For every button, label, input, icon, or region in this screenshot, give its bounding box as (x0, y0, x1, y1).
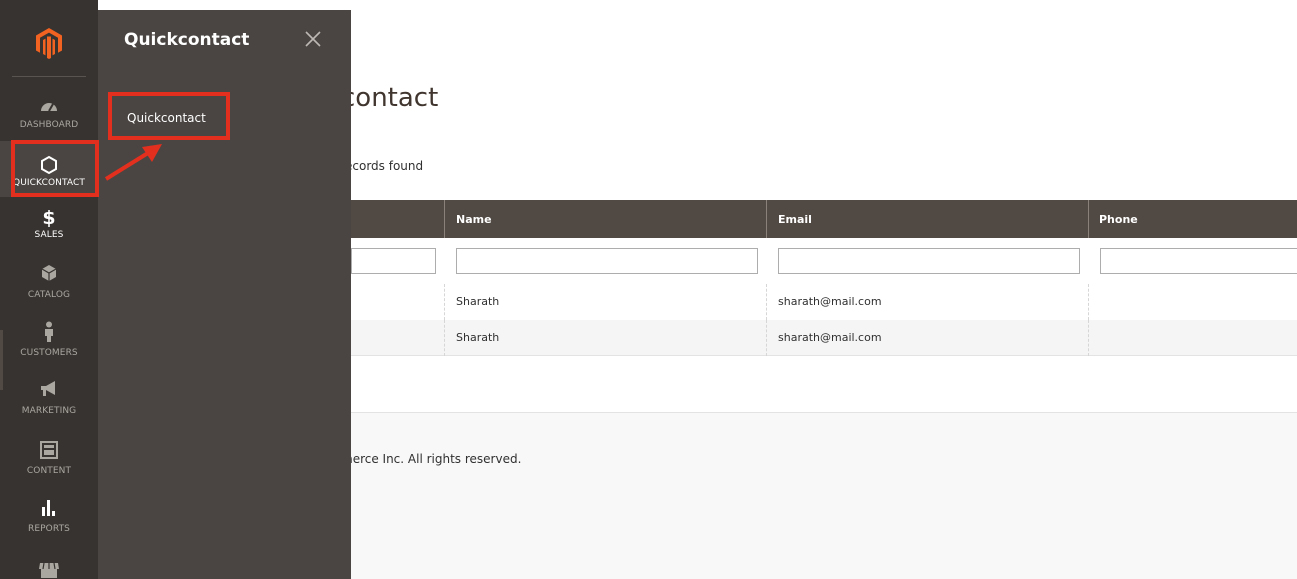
magento-logo-icon[interactable] (34, 27, 64, 59)
sidebar-item-label: REPORTS (28, 524, 70, 534)
cell-name: Sharath (456, 295, 500, 308)
sidebar-item-customers[interactable]: CUSTOMERS (0, 316, 98, 372)
highlight-box (11, 140, 99, 197)
filter-name-input[interactable] (456, 248, 758, 274)
column-header-name[interactable]: Name (456, 213, 492, 226)
submenu-flyout: Quickcontact Quickcontact (98, 10, 351, 579)
cell-separator (766, 284, 767, 320)
dashboard-icon (0, 97, 98, 119)
box-icon (0, 264, 98, 286)
cell-name: Sharath (456, 331, 500, 344)
cell-email: sharath@mail.com (778, 331, 882, 344)
filter-phone-input[interactable] (1100, 248, 1297, 274)
cell-separator (1088, 320, 1089, 356)
column-header-phone[interactable]: Phone (1099, 213, 1138, 226)
admin-sidebar: DASHBOARD QUICKCONTACT $ SALES CATALOG C… (0, 0, 98, 579)
sidebar-item-reports[interactable]: REPORTS (0, 491, 98, 547)
grid-header: Name Email Phone (351, 200, 1297, 238)
layout-icon (0, 441, 98, 463)
dollar-icon: $ (42, 207, 56, 229)
table-row[interactable]: Sharath sharath@mail.com (351, 320, 1297, 356)
cell-separator (1088, 284, 1089, 320)
column-separator (766, 200, 767, 238)
logo-divider (12, 76, 86, 77)
flyout-title: Quickcontact (124, 30, 250, 50)
records-count: ecords found (345, 159, 424, 173)
sidebar-item-label: CATALOG (27, 290, 71, 300)
sidebar-item-label: DASHBOARD (19, 120, 79, 130)
table-row[interactable]: Sharath sharath@mail.com (351, 284, 1297, 320)
bar-chart-icon (0, 497, 98, 519)
sidebar-item-label: MARKETING (21, 406, 77, 416)
admin-page: contact ecords found Name Email Phone Sh… (0, 0, 1297, 579)
cell-separator (766, 320, 767, 356)
close-icon[interactable] (302, 28, 324, 50)
filter-email-input[interactable] (778, 248, 1080, 274)
page-title: contact (341, 83, 439, 113)
sidebar-item-marketing[interactable]: MARKETING (0, 374, 98, 430)
grid-filter-row (351, 238, 1297, 285)
column-separator (1088, 200, 1089, 238)
column-separator (444, 200, 445, 238)
submenu-item-label: Quickcontact (127, 111, 206, 125)
column-header-email[interactable]: Email (778, 213, 812, 226)
copyright-text: merce Inc. All rights reserved. (341, 452, 522, 466)
sidebar-item-label: SALES (34, 230, 64, 240)
cell-separator (444, 284, 445, 320)
cell-separator (444, 320, 445, 356)
sidebar-item-content[interactable]: CONTENT (0, 433, 98, 489)
megaphone-icon (0, 380, 98, 402)
submenu-item-quickcontact[interactable]: Quickcontact (108, 92, 230, 140)
page-footer (351, 412, 1297, 579)
sidebar-item-label: CONTENT (26, 466, 72, 476)
sidebar-item-catalog[interactable]: CATALOG (0, 258, 98, 314)
filter-id-input[interactable] (351, 248, 436, 274)
sidebar-item-label: CUSTOMERS (20, 348, 78, 358)
person-icon (0, 321, 98, 343)
cell-email: sharath@mail.com (778, 295, 882, 308)
store-icon (0, 561, 98, 579)
sidebar-item-sales[interactable]: $ SALES (0, 199, 98, 255)
sidebar-item-stores[interactable] (0, 556, 98, 579)
sidebar-item-dashboard[interactable]: DASHBOARD (0, 83, 98, 139)
